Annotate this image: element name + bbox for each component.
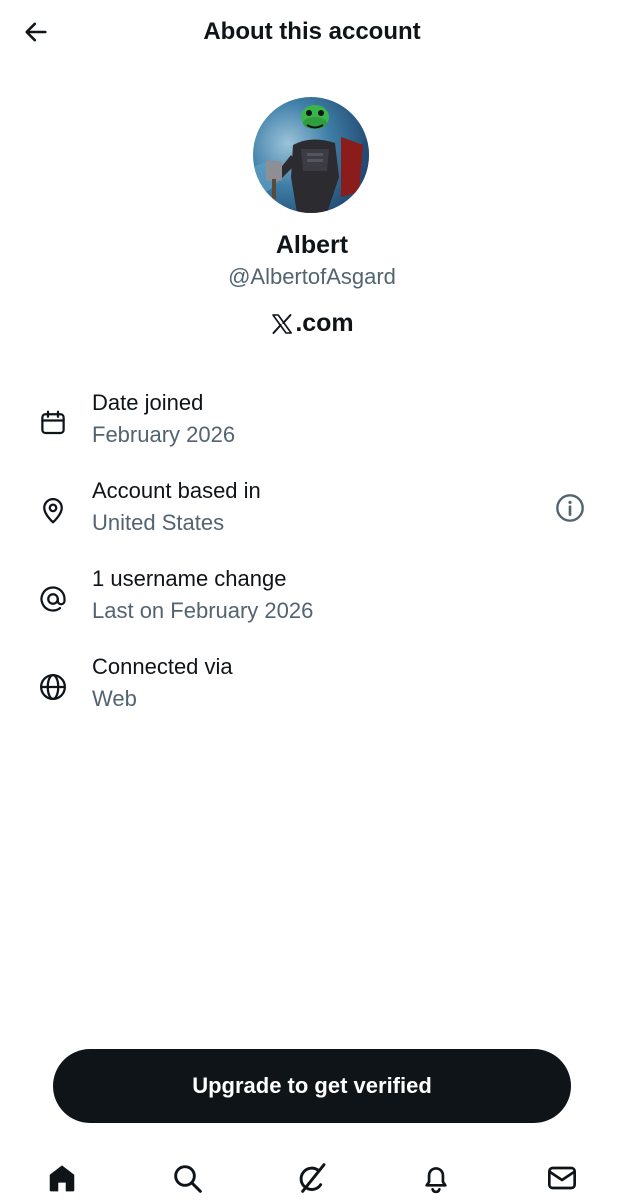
info-row-connected-via: Connected via Web [0, 654, 624, 730]
nav-messages[interactable] [540, 1162, 584, 1200]
globe-icon [36, 670, 70, 704]
at-sign-icon [36, 582, 70, 616]
display-name: Albert [275, 231, 349, 259]
connected-via-value: Web [92, 686, 137, 711]
location-pin-icon [36, 494, 70, 528]
search-icon [171, 1162, 203, 1199]
nav-search[interactable] [165, 1162, 209, 1200]
calendar-icon [36, 406, 70, 440]
date-joined-value: February 2026 [92, 422, 236, 447]
account-based-in-label: Account based in [92, 478, 261, 503]
info-row-date-joined: Date joined February 2026 [0, 390, 624, 466]
location-info-button[interactable] [552, 492, 588, 528]
info-row-username-changes: 1 username change Last on February 2026 [0, 566, 624, 642]
nav-home[interactable] [40, 1162, 84, 1200]
header: About this account [0, 0, 624, 66]
bell-icon [420, 1162, 452, 1199]
account-based-in-value: United States [92, 510, 225, 535]
site-suffix: .com [295, 309, 354, 337]
info-row-account-location: Account based in United States [0, 478, 624, 554]
date-joined-label: Date joined [92, 390, 204, 415]
page-title: About this account [203, 18, 421, 45]
avatar[interactable] [253, 97, 369, 213]
nav-grok[interactable] [290, 1162, 334, 1200]
upgrade-verified-button[interactable]: Upgrade to get verified [53, 1049, 571, 1123]
info-icon [554, 492, 586, 529]
username-change-value: Last on February 2026 [92, 598, 314, 623]
nav-notifications[interactable] [414, 1162, 458, 1200]
grok-icon [296, 1162, 328, 1199]
x-logo-icon [270, 312, 294, 336]
home-icon [46, 1162, 78, 1199]
site-name: .com [0, 309, 624, 338]
connected-via-label: Connected via [92, 654, 233, 679]
bottom-navigation [0, 1150, 624, 1200]
mail-icon [546, 1162, 578, 1199]
username-change-label: 1 username change [92, 566, 287, 591]
username-handle: @AlbertofAsgard [228, 264, 396, 289]
